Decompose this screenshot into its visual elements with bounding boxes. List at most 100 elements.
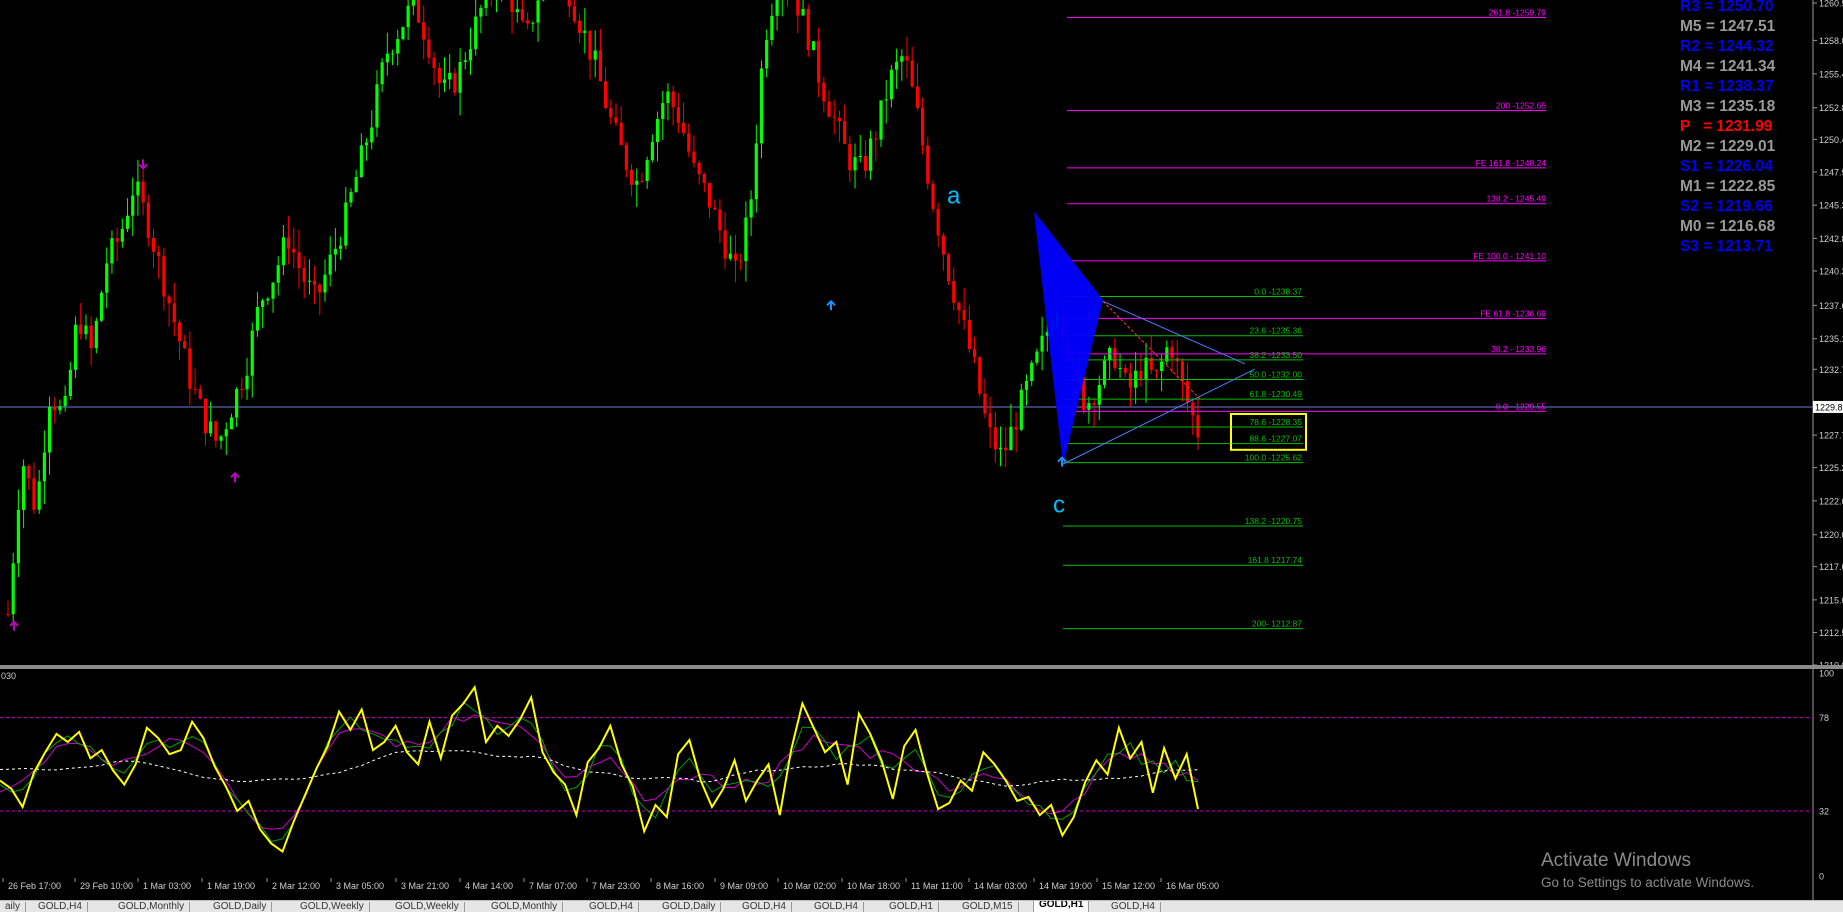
pivot-level-label: M0 = 1216.68 xyxy=(1680,217,1775,237)
time-tick-label: 9 Mar 09:00 xyxy=(720,881,768,891)
price-tick-label: 1237.69 xyxy=(1819,301,1843,311)
candle-body xyxy=(105,263,108,292)
time-tick-label: 10 Mar 18:00 xyxy=(847,881,900,891)
candle-body xyxy=(807,9,810,50)
time-tick-label: 2 Mar 12:00 xyxy=(272,881,320,891)
candle-body xyxy=(656,119,659,142)
candle-body xyxy=(905,56,908,60)
up-arrow-marker xyxy=(10,622,18,631)
candle-body xyxy=(251,331,254,376)
candle-body xyxy=(526,20,529,23)
price-tick-label: 1232.78 xyxy=(1819,365,1843,375)
candle-body xyxy=(1196,415,1199,437)
candle-body xyxy=(167,296,170,303)
tab-active-chart[interactable]: GOLD,H1 xyxy=(1033,900,1089,912)
price-pane[interactable]: 1260.91258.031255.461252.861250.431247.9… xyxy=(0,0,1843,900)
candle-body xyxy=(303,268,306,282)
candle-body xyxy=(277,265,280,282)
candle-body xyxy=(625,145,628,170)
fib-extension-label: 0.0 - 1229.55 xyxy=(1496,401,1546,411)
candle-body xyxy=(594,50,597,59)
candle-body xyxy=(770,16,773,40)
fib-extension-label: 38.2 - 1233.96 xyxy=(1491,344,1546,354)
candle-body xyxy=(214,421,217,440)
candle-body xyxy=(329,255,332,275)
candle-body xyxy=(630,170,633,185)
candle-body xyxy=(1035,352,1038,363)
oscillator-moving-average xyxy=(0,751,1198,786)
pivot-level-label: P = 1231.99 xyxy=(1680,117,1772,137)
candle-body xyxy=(12,563,15,614)
pivot-level-label: M2 = 1229.01 xyxy=(1680,137,1775,157)
candle-body xyxy=(297,252,300,268)
fib-retracement-label: 23.6 -1235.36 xyxy=(1250,326,1303,336)
fib-retracement-label: 61.8 -1230.49 xyxy=(1250,389,1303,399)
candle-body xyxy=(95,321,98,348)
candle-body xyxy=(1144,358,1147,380)
candle-body xyxy=(1124,368,1127,373)
candle-body xyxy=(474,17,477,50)
gold-h1-chart[interactable]: 1260.91258.031255.461252.861250.431247.9… xyxy=(0,0,1843,900)
candle-body xyxy=(100,293,103,321)
activate-windows-subtitle: Go to Settings to activate Windows. xyxy=(1541,875,1754,890)
candle-body xyxy=(318,285,321,293)
candle-body xyxy=(417,0,420,22)
oscillator-main-line xyxy=(0,687,1198,851)
candle-body xyxy=(479,8,482,17)
time-tick-label: 3 Mar 05:00 xyxy=(336,881,384,891)
candle-body xyxy=(38,481,41,509)
candle-body xyxy=(484,0,487,8)
candle-body xyxy=(381,62,384,84)
candle-body xyxy=(1191,402,1194,415)
candle-body xyxy=(864,156,867,171)
candle-body xyxy=(672,92,675,108)
candle-body xyxy=(453,73,456,93)
time-tick-label: 10 Mar 02:00 xyxy=(783,881,836,891)
candle-body xyxy=(219,436,222,440)
candle-body xyxy=(235,389,238,417)
candle-body xyxy=(635,181,638,185)
wedge-upper-line xyxy=(1103,301,1245,364)
candle-body xyxy=(1113,348,1116,368)
fib-extension-label: FE 161.8 -1248.24 xyxy=(1476,158,1547,168)
up-arrow-marker xyxy=(827,301,835,310)
wave-label: c xyxy=(1053,491,1065,518)
fib-retracement-label: 100.0 -1225.62 xyxy=(1245,453,1302,463)
candle-body xyxy=(604,81,607,108)
candle-body xyxy=(531,23,534,24)
top-left-label: 030 xyxy=(1,671,16,681)
candle-body xyxy=(708,183,711,208)
candle-body xyxy=(308,281,311,282)
candle-body xyxy=(957,303,960,310)
candle-body xyxy=(79,325,82,334)
price-tick-label: 1215.08 xyxy=(1819,595,1843,605)
candle-body xyxy=(916,87,919,108)
price-tick-label: 1212.58 xyxy=(1819,628,1843,638)
candle-body xyxy=(801,9,804,16)
candle-body xyxy=(407,6,410,27)
candle-body xyxy=(843,121,846,144)
candle-body xyxy=(126,216,129,229)
candle-body xyxy=(1181,361,1184,381)
candle-body xyxy=(812,41,815,50)
candle-body xyxy=(817,41,820,82)
price-tick-label: 1220.08 xyxy=(1819,530,1843,540)
time-tick-label: 1 Mar 19:00 xyxy=(207,881,255,891)
candle-body xyxy=(588,31,591,60)
time-tick-label: 14 Mar 03:00 xyxy=(974,881,1027,891)
candle-body xyxy=(1139,371,1142,380)
price-tick-label: 1242.83 xyxy=(1819,234,1843,244)
pivot-level-label: M5 = 1247.51 xyxy=(1680,17,1775,37)
wedge-lower-line xyxy=(1063,369,1255,464)
candle-body xyxy=(448,73,451,80)
candle-body xyxy=(973,349,976,357)
oscillator-signal-magenta xyxy=(0,715,1198,830)
candle-body xyxy=(646,160,649,181)
candle-body xyxy=(822,83,825,102)
candle-body xyxy=(833,117,836,118)
candle-body xyxy=(74,325,77,370)
time-tick-label: 14 Mar 19:00 xyxy=(1039,881,1092,891)
candle-body xyxy=(1004,448,1007,451)
candle-body xyxy=(152,238,155,252)
candle-body xyxy=(911,61,914,87)
